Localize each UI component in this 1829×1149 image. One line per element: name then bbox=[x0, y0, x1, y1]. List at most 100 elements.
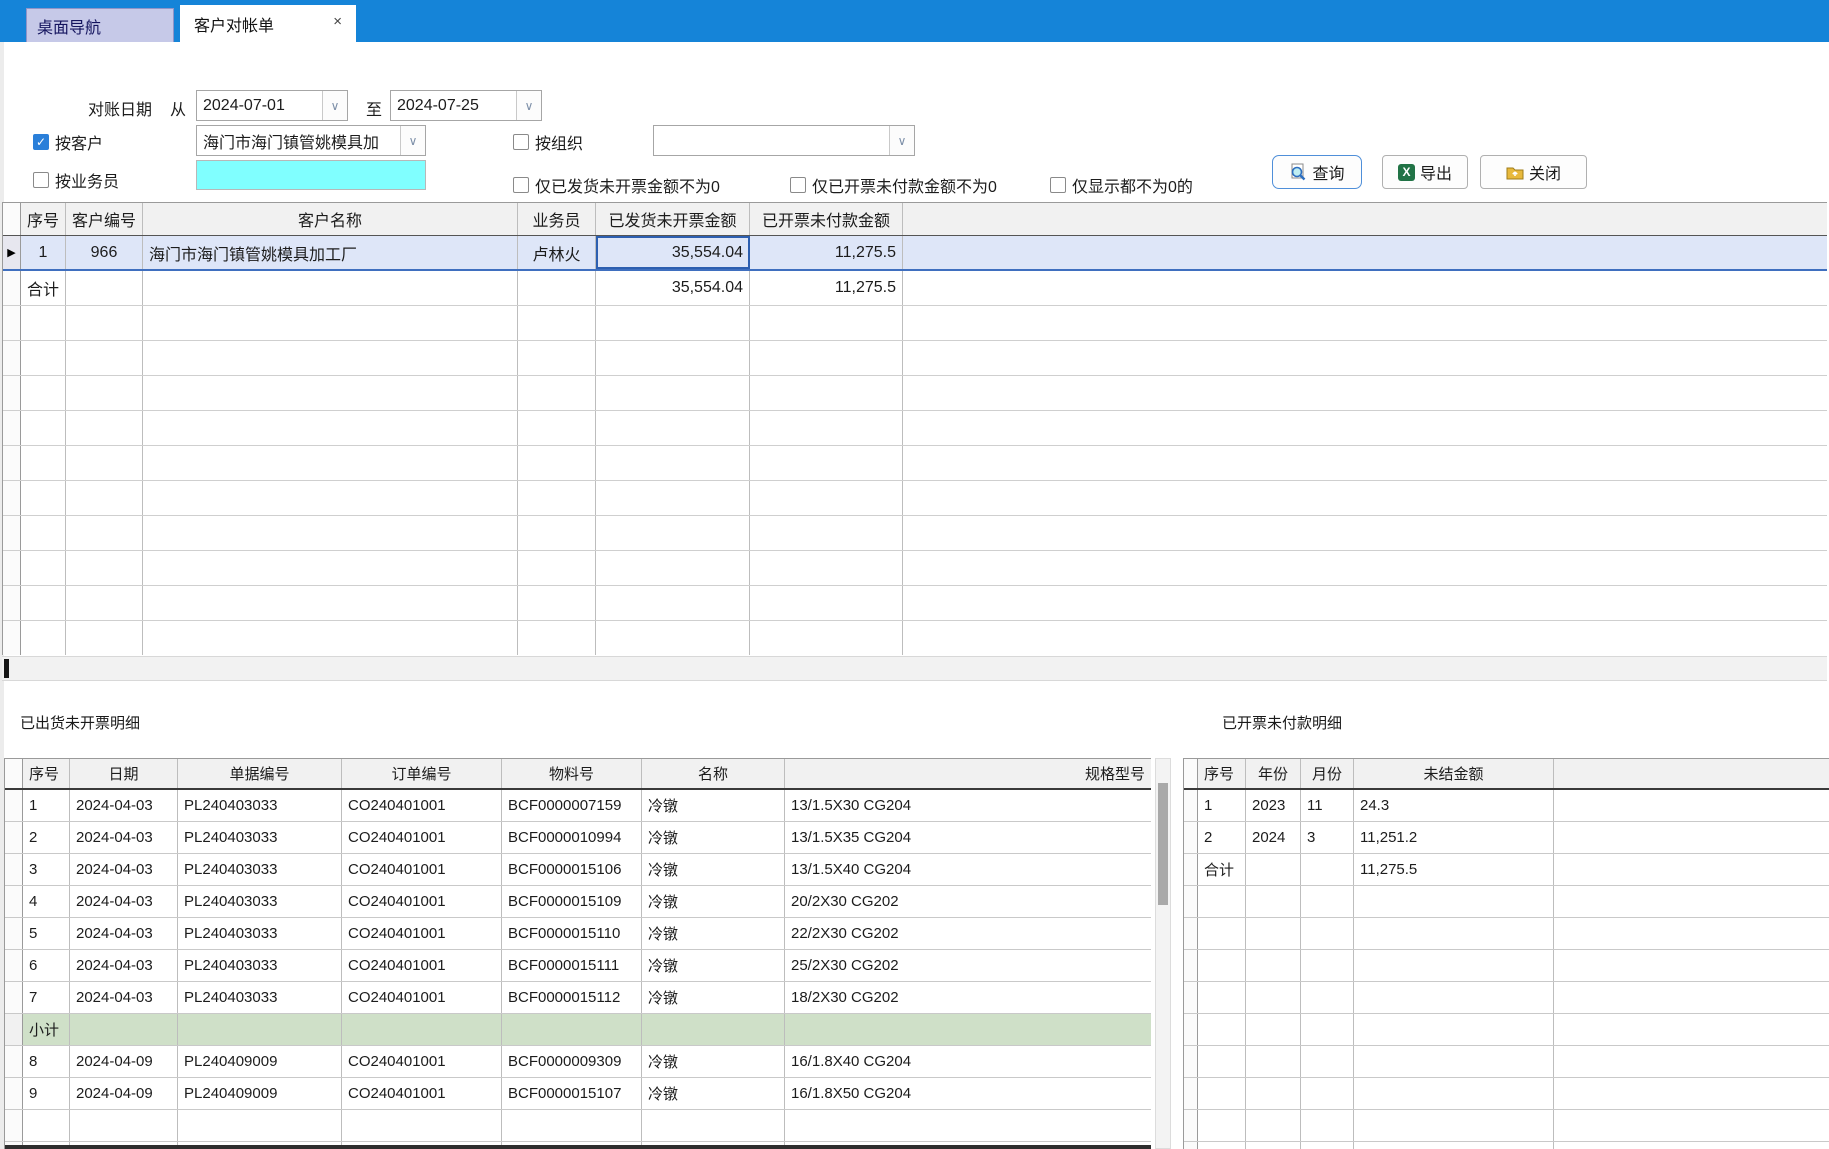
table-row[interactable]: 2 2024 3 11,251.2 bbox=[1184, 822, 1829, 854]
invoiced-detail-title: 已开票未付款明细 bbox=[1222, 712, 1342, 733]
empty-row bbox=[1184, 1014, 1829, 1046]
cell-salesman[interactable]: 卢林火 bbox=[518, 236, 596, 269]
col-header-seq[interactable]: 序号 bbox=[21, 203, 66, 235]
total-label: 合计 bbox=[21, 271, 66, 305]
close-button[interactable]: 关闭 bbox=[1480, 155, 1587, 189]
checkbox-unchecked-icon[interactable] bbox=[1050, 177, 1066, 193]
cell-customer-name[interactable]: 海门市海门镇管姚模具加工厂 bbox=[143, 236, 518, 269]
by-salesman-label: 按业务员 bbox=[55, 168, 119, 192]
checkbox-checked-icon[interactable]: ✓ bbox=[33, 134, 49, 150]
empty-row bbox=[1184, 918, 1829, 950]
cell-shipped-amount-focused[interactable]: 35,554.04 bbox=[596, 236, 750, 269]
export-button[interactable]: X 导出 bbox=[1382, 155, 1468, 189]
customer-select[interactable]: 海门市海门镇管姚模具加 ∨ bbox=[196, 125, 426, 156]
only-shipped-nonzero-label: 仅已发货未开票金额不为0 bbox=[535, 173, 720, 197]
table-row[interactable]: 52024-04-03PL240403033CO240401001BCF0000… bbox=[5, 918, 1151, 950]
only-all-nonzero-checkbox[interactable]: 仅显示都不为0的 bbox=[1050, 173, 1193, 197]
date-to-select[interactable]: 2024-07-25 ∨ bbox=[390, 90, 542, 121]
col-header-spec[interactable]: 规格型号 bbox=[785, 759, 1151, 788]
chevron-down-icon[interactable]: ∨ bbox=[889, 126, 914, 155]
by-customer-checkbox[interactable]: ✓ 按客户 bbox=[33, 130, 103, 154]
close-icon[interactable]: × bbox=[333, 14, 342, 29]
table-row[interactable]: 12024-04-03PL240403033CO240401001BCF0000… bbox=[5, 790, 1151, 822]
shipped-detail-vertical-scrollbar[interactable] bbox=[1155, 758, 1171, 1149]
col-header-seq[interactable]: 序号 bbox=[1198, 759, 1246, 788]
chevron-down-icon[interactable]: ∨ bbox=[400, 126, 425, 155]
col-header-year[interactable]: 年份 bbox=[1246, 759, 1301, 788]
query-button[interactable]: 查询 bbox=[1272, 155, 1362, 189]
only-shipped-nonzero-checkbox[interactable]: 仅已发货未开票金额不为0 bbox=[513, 173, 720, 197]
summary-header-row: 序号 客户编号 客户名称 业务员 已发货未开票金额 已开票未付款金额 bbox=[3, 203, 1827, 236]
col-header-shipped-uninvoiced[interactable]: 已发货未开票金额 bbox=[596, 203, 750, 235]
summary-horizontal-scrollbar[interactable] bbox=[2, 656, 1827, 681]
col-header-salesman[interactable]: 业务员 bbox=[518, 203, 596, 235]
invoiced-total-row: 合计 11,275.5 bbox=[1184, 854, 1829, 886]
table-row[interactable]: 82024-04-09PL240409009CO240401001BCF0000… bbox=[5, 1046, 1151, 1078]
shipped-detail-header-row: 序号 日期 单据编号 订单编号 物料号 名称 规格型号 bbox=[5, 759, 1151, 790]
col-header-invoiced-unpaid[interactable]: 已开票未付款金额 bbox=[750, 203, 903, 235]
col-header-date[interactable]: 日期 bbox=[70, 759, 178, 788]
col-header-name[interactable]: 名称 bbox=[642, 759, 785, 788]
date-from-value: 2024-07-01 bbox=[197, 91, 322, 120]
empty-row bbox=[3, 586, 1827, 621]
table-row[interactable]: 72024-04-03PL240403033CO240401001BCF0000… bbox=[5, 982, 1151, 1014]
col-header-customer-name[interactable]: 客户名称 bbox=[143, 203, 518, 235]
col-header-open-amount[interactable]: 未结金额 bbox=[1354, 759, 1554, 788]
tab-customer-statement[interactable]: 客户对帐单 × bbox=[180, 5, 356, 42]
table-row[interactable]: 62024-04-03PL240403033CO240401001BCF0000… bbox=[5, 950, 1151, 982]
empty-row bbox=[1184, 982, 1829, 1014]
checkbox-unchecked-icon[interactable] bbox=[513, 177, 529, 193]
excel-icon: X bbox=[1398, 164, 1415, 181]
row-marker-header bbox=[1184, 759, 1198, 788]
row-marker-header bbox=[3, 203, 21, 235]
cell-seq[interactable]: 1 bbox=[21, 236, 66, 269]
col-header-order-no[interactable]: 订单编号 bbox=[342, 759, 502, 788]
tab-desktop-nav-label: 桌面导航 bbox=[37, 14, 101, 38]
query-button-label: 查询 bbox=[1312, 160, 1344, 184]
salesman-input[interactable] bbox=[196, 160, 426, 190]
empty-row bbox=[5, 1110, 1151, 1142]
checkbox-unchecked-icon[interactable] bbox=[513, 134, 529, 150]
by-org-checkbox[interactable]: 按组织 bbox=[513, 130, 583, 154]
empty-cell bbox=[66, 271, 143, 305]
empty-row bbox=[1184, 1110, 1829, 1142]
empty-row bbox=[3, 376, 1827, 411]
tab-customer-statement-label: 客户对帐单 bbox=[194, 12, 274, 36]
col-header-doc-no[interactable]: 单据编号 bbox=[178, 759, 342, 788]
table-row[interactable]: 1 2023 11 24.3 bbox=[1184, 790, 1829, 822]
date-from-select[interactable]: 2024-07-01 ∨ bbox=[196, 90, 348, 121]
checkbox-unchecked-icon[interactable] bbox=[33, 172, 49, 188]
table-row[interactable]: 22024-04-03PL240403033CO240401001BCF0000… bbox=[5, 822, 1151, 854]
only-invoiced-nonzero-checkbox[interactable]: 仅已开票未付款金额不为0 bbox=[790, 173, 997, 197]
subtotal-row: 小计 bbox=[5, 1014, 1151, 1046]
empty-row bbox=[1184, 1142, 1829, 1149]
date-to-value: 2024-07-25 bbox=[391, 91, 516, 120]
close-button-label: 关闭 bbox=[1529, 160, 1561, 184]
col-header-material-no[interactable]: 物料号 bbox=[502, 759, 642, 788]
table-row[interactable]: ▶ 1 966 海门市海门镇管姚模具加工厂 卢林火 35,554.04 11,2… bbox=[3, 236, 1827, 271]
org-select[interactable]: ∨ bbox=[653, 125, 915, 156]
tab-desktop-nav[interactable]: 桌面导航 bbox=[26, 8, 174, 42]
empty-cell bbox=[143, 271, 518, 305]
empty-row bbox=[3, 621, 1827, 655]
col-header-month[interactable]: 月份 bbox=[1301, 759, 1354, 788]
cell-customer-code[interactable]: 966 bbox=[66, 236, 143, 269]
scrollbar-thumb[interactable] bbox=[1158, 783, 1168, 905]
chevron-down-icon[interactable]: ∨ bbox=[516, 91, 541, 120]
scrollbar-thumb[interactable] bbox=[4, 659, 9, 678]
checkbox-unchecked-icon[interactable] bbox=[790, 177, 806, 193]
empty-row bbox=[1184, 1078, 1829, 1110]
shipped-detail-bottom-scrollbar[interactable] bbox=[5, 1145, 1151, 1149]
col-header-customer-code[interactable]: 客户编号 bbox=[66, 203, 143, 235]
col-header-seq[interactable]: 序号 bbox=[23, 759, 70, 788]
empty-row bbox=[1184, 1046, 1829, 1078]
table-row[interactable]: 42024-04-03PL240403033CO240401001BCF0000… bbox=[5, 886, 1151, 918]
folder-close-icon bbox=[1506, 165, 1524, 180]
cell-invoiced-amount[interactable]: 11,275.5 bbox=[750, 236, 903, 269]
table-row[interactable]: 32024-04-03PL240403033CO240401001BCF0000… bbox=[5, 854, 1151, 886]
chevron-down-icon[interactable]: ∨ bbox=[322, 91, 347, 120]
by-salesman-checkbox[interactable]: 按业务员 bbox=[33, 168, 119, 192]
total-shipped-amount: 35,554.04 bbox=[596, 271, 750, 305]
row-marker-header bbox=[5, 759, 23, 788]
table-row[interactable]: 92024-04-09PL240409009CO240401001BCF0000… bbox=[5, 1078, 1151, 1110]
